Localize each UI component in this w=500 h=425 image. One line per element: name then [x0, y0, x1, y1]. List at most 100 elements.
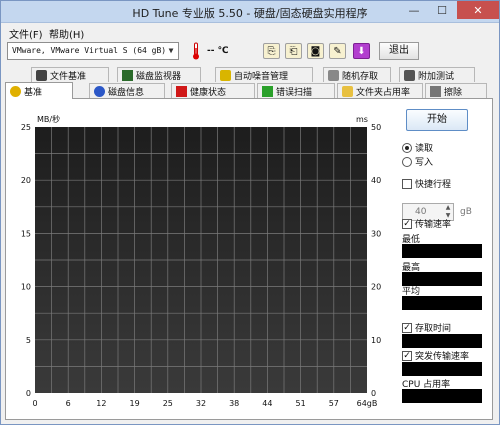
tab-label: 自动噪音管理	[234, 72, 289, 82]
y-left-tick-label: 0	[26, 389, 31, 398]
x-tick-label: 32	[196, 399, 206, 408]
y-right-tick-label: 10	[371, 336, 381, 345]
cpu-usage-value-box	[402, 389, 482, 403]
monitor-icon	[122, 70, 133, 81]
error-scan-icon	[262, 86, 273, 97]
tab-label: 擦除	[444, 88, 463, 98]
access-time-checkbox[interactable]: ✓	[402, 322, 412, 333]
temperature-readout: -- ℃	[207, 46, 229, 56]
y-right-tick-label: 50	[371, 123, 381, 132]
copy-text-icon[interactable]: ⎘	[263, 43, 280, 59]
tab-benchmark[interactable]: 基准	[5, 82, 73, 99]
chart-grid	[35, 127, 367, 393]
x-tick-label: 38	[229, 399, 239, 408]
x-tick-label: 64gB	[357, 399, 378, 408]
read-option[interactable]: 读取	[402, 141, 433, 154]
dice-icon	[328, 70, 339, 81]
benchmark-panel: 0 5 10 15 20 25 0 10 20 30 40 50 0 6 12 19 25 32 38 44 51 57 6…	[5, 98, 493, 420]
tab-health[interactable]: 健康状态	[171, 83, 255, 98]
trash-icon	[430, 86, 441, 97]
y-right-tick-label: 20	[371, 283, 381, 292]
screenshot-camera-icon[interactable]: ◙	[307, 43, 324, 59]
x-tick-label: 19	[130, 399, 140, 408]
quick-stroke-value: 40	[415, 207, 427, 217]
tab-label: 磁盘信息	[108, 88, 145, 98]
y-left-tick-label: 10	[21, 283, 31, 292]
tab-noise-management[interactable]: 自动噪音管理	[215, 67, 313, 82]
access-time-value-box	[402, 334, 482, 348]
write-label: 写入	[415, 158, 434, 168]
menu-file[interactable]: 文件(F)	[9, 26, 43, 41]
tab-folder-usage[interactable]: 文件夹占用率	[337, 83, 423, 98]
minimize-button[interactable]: —	[401, 1, 427, 19]
x-tick-label: 25	[163, 399, 173, 408]
tab-random-access[interactable]: 随机存取	[323, 67, 391, 82]
y-axis-right-label: ms	[356, 115, 368, 124]
quick-stroke-unit: gB	[460, 207, 472, 217]
test-options-panel: 开始 读取 写入 快捷行程 40 ▲ ▼ gB ✓ 传输速率 最低 最高 平均 …	[396, 99, 492, 419]
tab-label: 文件夹占用率	[356, 88, 411, 98]
speaker-icon	[220, 70, 231, 81]
quick-stroke-option[interactable]: 快捷行程	[402, 177, 451, 190]
x-tick-label: 57	[329, 399, 339, 408]
y-axis-left-label: MB/秒	[37, 114, 60, 124]
write-radio[interactable]	[402, 156, 412, 167]
toolbar: VMware, VMware Virtual S (64 gB) ▼ -- ℃ …	[1, 40, 499, 64]
tab-label: 健康状态	[190, 88, 227, 98]
tab-extra-tests[interactable]: 附加测试	[399, 67, 475, 82]
menu-help[interactable]: 帮助(H)	[49, 26, 84, 41]
tab-label: 附加测试	[418, 72, 455, 82]
start-button[interactable]: 开始	[406, 109, 468, 131]
benchmark-chart: 0 5 10 15 20 25 0 10 20 30 40 50 0 6 12 19 25 32 38 44 51 57 6…	[21, 114, 381, 408]
read-radio[interactable]	[402, 142, 412, 153]
y-left-tick-label: 20	[21, 176, 31, 185]
y-left-tick-label: 5	[26, 336, 31, 345]
access-time-label: 存取时间	[415, 324, 452, 334]
menu-bar: 文件(F) 帮助(H)	[1, 24, 499, 41]
drive-select-value: VMware, VMware Virtual S (64 gB)	[12, 46, 167, 55]
minimum-value-box	[402, 244, 482, 258]
average-value-box	[402, 296, 482, 310]
burst-rate-option[interactable]: ✓ 突发传输速率	[402, 349, 469, 362]
close-button[interactable]: ✕	[457, 1, 499, 19]
benchmark-icon	[10, 86, 21, 97]
burst-rate-label: 突发传输速率	[415, 352, 470, 362]
tab-erase[interactable]: 擦除	[425, 83, 487, 98]
write-option[interactable]: 写入	[402, 155, 433, 168]
quick-stroke-label: 快捷行程	[415, 180, 452, 190]
quick-stroke-checkbox[interactable]	[402, 178, 412, 189]
y-left-tick-label: 15	[21, 229, 31, 238]
x-tick-label: 6	[66, 399, 71, 408]
app-window: HD Tune 专业版 5.50 - 硬盘/固态硬盘实用程序 — ☐ ✕ 文件(…	[0, 0, 500, 425]
access-time-option[interactable]: ✓ 存取时间	[402, 321, 451, 334]
x-tick-label: 44	[262, 399, 272, 408]
y-right-tick-label: 40	[371, 176, 381, 185]
x-tick-label: 12	[96, 399, 106, 408]
save-download-icon[interactable]: ⬇	[353, 43, 370, 59]
title-bar: HD Tune 专业版 5.50 - 硬盘/固态硬盘实用程序 — ☐ ✕	[1, 1, 499, 23]
tab-label: 错误扫描	[276, 88, 313, 98]
tab-disk-monitor[interactable]: 磁盘监视器	[117, 67, 201, 82]
exit-button[interactable]: 退出	[379, 42, 419, 60]
health-cross-icon	[176, 86, 187, 97]
tab-disk-info[interactable]: 磁盘信息	[89, 83, 165, 98]
tab-file-benchmark[interactable]: 文件基准	[31, 67, 109, 82]
tab-label: 文件基准	[50, 72, 87, 82]
copy-info-icon[interactable]: ⎗	[285, 43, 302, 59]
tab-label: 磁盘监视器	[136, 72, 182, 82]
tab-error-scan[interactable]: 错误扫描	[257, 83, 335, 98]
options-icon[interactable]: ✎	[329, 43, 346, 59]
x-tick-label: 51	[296, 399, 306, 408]
thermometer-icon	[193, 42, 199, 60]
chevron-down-icon: ▼	[168, 46, 174, 55]
file-benchmark-icon	[36, 70, 47, 81]
transfer-rate-option[interactable]: ✓ 传输速率	[402, 217, 451, 230]
maximize-button[interactable]: ☐	[429, 1, 455, 19]
burst-rate-checkbox[interactable]: ✓	[402, 350, 412, 361]
x-tick-label: 0	[32, 399, 37, 408]
transfer-rate-checkbox[interactable]: ✓	[402, 218, 412, 229]
y-left-tick-label: 25	[21, 123, 31, 132]
tab-label: 随机存取	[342, 72, 379, 82]
info-icon	[94, 86, 105, 97]
drive-select[interactable]: VMware, VMware Virtual S (64 gB) ▼	[7, 42, 179, 60]
